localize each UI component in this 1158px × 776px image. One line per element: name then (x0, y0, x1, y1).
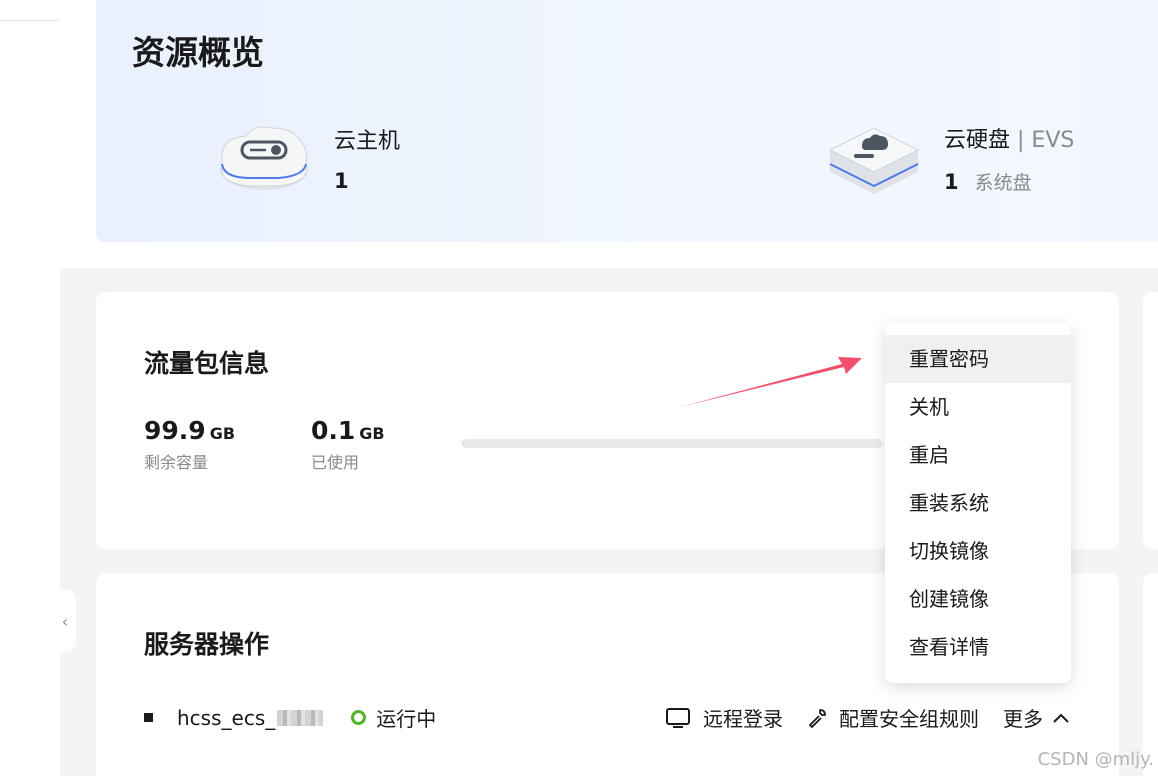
server-bullet-icon (144, 713, 153, 722)
ecs-label: 云主机 (334, 129, 401, 154)
used-capacity: 0.1 GB 已使用 (311, 416, 385, 473)
more-button[interactable]: 更多 (1003, 703, 1071, 732)
monitor-icon (666, 707, 690, 728)
used-value: 0.1 (311, 416, 356, 445)
resource-evs[interactable]: 云硬盘 | EVS 1 系统盘 (826, 118, 1074, 198)
chevron-left-icon: ‹ (61, 611, 69, 631)
menu-item-reset-password[interactable]: 重置密码 (885, 335, 1071, 383)
wrench-icon (809, 708, 826, 728)
masked-server-suffix (277, 709, 324, 726)
menu-item-view-details[interactable]: 查看详情 (885, 623, 1071, 671)
evs-count: 1 (944, 169, 959, 194)
menu-item-shutdown[interactable]: 关机 (885, 383, 1071, 431)
resource-overview-panel: 资源概览 云主机 1 云硬盘 | EVS 1 系统盘 (96, 0, 1158, 242)
resource-ecs[interactable]: 云主机 1 (216, 118, 400, 198)
security-rules-label: 配置安全组规则 (839, 707, 979, 731)
server-name[interactable]: hcss_ecs_ (177, 706, 275, 730)
traffic-card-title: 流量包信息 (144, 349, 270, 378)
remote-login-label: 远程登录 (703, 707, 783, 731)
used-label: 已使用 (311, 453, 360, 472)
server-status-text: 运行中 (376, 707, 437, 731)
security-rules-button[interactable]: 配置安全组规则 (807, 703, 979, 732)
more-actions-dropdown: 重置密码 关机 重启 重装系统 切换镜像 创建镜像 查看详情 (885, 323, 1071, 683)
server-row: hcss_ecs_ 运行中 (144, 703, 436, 732)
watermark: CSDN @mljy. (1037, 749, 1154, 770)
remote-login-button[interactable]: 远程登录 (665, 703, 783, 732)
chevron-up-icon (1053, 713, 1069, 723)
overview-title: 资源概览 (132, 33, 264, 72)
used-unit: GB (359, 424, 385, 443)
menu-item-restart[interactable]: 重启 (885, 431, 1071, 479)
evs-count-unit: 系统盘 (974, 171, 1032, 194)
status-running-icon (351, 710, 367, 725)
server-actions: 远程登录 配置安全组规则 更多 (641, 703, 1071, 732)
more-label: 更多 (1003, 707, 1043, 731)
evs-label: 云硬盘 (944, 127, 1011, 153)
cloud-server-icon (220, 126, 308, 190)
server-card-title: 服务器操作 (144, 630, 270, 659)
left-sidebar (0, 0, 60, 776)
menu-item-create-image[interactable]: 创建镜像 (885, 575, 1071, 623)
traffic-usage-bar (462, 439, 882, 448)
side-card (1143, 292, 1158, 549)
remaining-capacity: 99.9 GB 剩余容量 (144, 416, 235, 473)
evs-sublabel: | EVS (1010, 127, 1075, 153)
remaining-unit: GB (209, 424, 236, 443)
ecs-count: 1 (334, 169, 349, 193)
side-card (1143, 573, 1158, 776)
remaining-value: 99.9 (144, 416, 206, 445)
menu-item-switch-image[interactable]: 切换镜像 (885, 527, 1071, 575)
menu-item-reinstall-os[interactable]: 重装系统 (885, 479, 1071, 527)
server-status: 运行中 (351, 703, 436, 732)
cloud-disk-icon (828, 127, 920, 194)
sidebar-divider (0, 20, 60, 21)
remaining-label: 剩余容量 (144, 453, 209, 472)
collapse-sidebar-button[interactable]: ‹ (54, 590, 76, 652)
